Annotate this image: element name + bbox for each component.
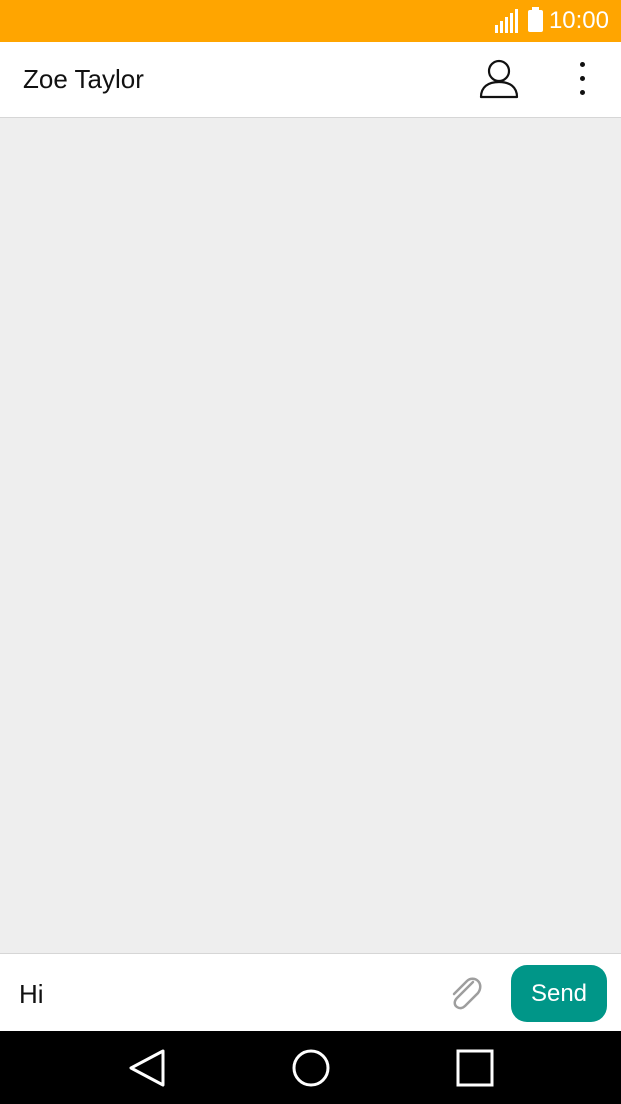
- more-vertical-icon-dot: [580, 76, 585, 81]
- status-bar: 10:00: [0, 0, 621, 42]
- paperclip-icon: [452, 977, 482, 1010]
- person-outline-icon: [479, 59, 519, 99]
- battery-icon: [527, 7, 543, 32]
- recents-button[interactable]: [450, 1043, 500, 1093]
- status-icons: 10:00: [493, 0, 609, 42]
- attach-button[interactable]: [443, 972, 485, 1014]
- contact-name-title: Zoe Taylor: [23, 64, 144, 94]
- more-vertical-icon-dot: [580, 90, 585, 95]
- conversation-area[interactable]: [0, 118, 621, 953]
- navigation-bar: [0, 1031, 621, 1104]
- recents-icon: [456, 1049, 494, 1087]
- home-button[interactable]: [286, 1043, 336, 1093]
- back-icon: [129, 1049, 165, 1087]
- app-bar: Zoe Taylor: [0, 42, 621, 118]
- signal-icon: [493, 9, 518, 33]
- status-time: 10:00: [548, 7, 609, 34]
- home-icon: [292, 1049, 330, 1087]
- send-button[interactable]: Send: [511, 965, 607, 1022]
- more-options-button[interactable]: [560, 54, 604, 104]
- message-composer: Hi Send: [0, 953, 621, 1032]
- message-input[interactable]: Hi: [19, 954, 419, 1032]
- back-button[interactable]: [123, 1043, 173, 1093]
- more-vertical-icon: [580, 62, 585, 67]
- contact-button[interactable]: [474, 54, 524, 104]
